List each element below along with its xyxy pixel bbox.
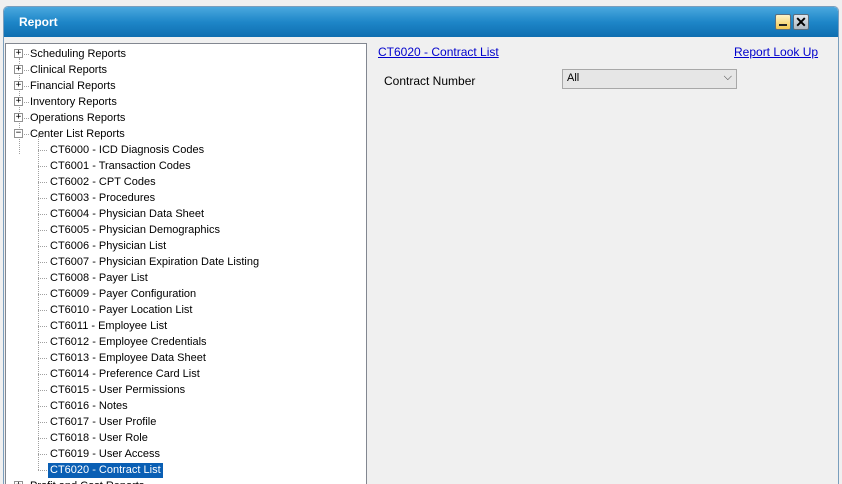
tree-connector xyxy=(38,422,47,423)
tree-connector xyxy=(38,310,47,311)
tree-item[interactable]: CT6004 - Physician Data Sheet xyxy=(48,207,206,222)
tree-category[interactable]: + Clinical Reports xyxy=(6,62,366,78)
tree-item[interactable]: CT6000 - ICD Diagnosis Codes xyxy=(48,143,206,158)
close-button[interactable]: ✕ xyxy=(793,14,809,30)
tree-connector xyxy=(38,454,47,455)
tree-item[interactable]: CT6007 - Physician Expiration Date Listi… xyxy=(48,255,261,270)
minus-box-icon[interactable]: − xyxy=(14,129,23,138)
tree-connector xyxy=(24,134,29,135)
tree-category-label: Inventory Reports xyxy=(30,96,117,108)
tree-connector xyxy=(38,166,47,167)
tree-item[interactable]: CT6008 - Payer List xyxy=(48,271,150,286)
tree-connector xyxy=(38,230,47,231)
tree-item[interactable]: CT6016 - Notes xyxy=(48,399,130,414)
tree-connector xyxy=(24,118,29,119)
close-icon: ✕ xyxy=(795,14,807,30)
tree-connector xyxy=(38,278,47,279)
tree-connector xyxy=(38,262,47,263)
contract-number-label: Contract Number xyxy=(384,74,476,88)
report-title-link[interactable]: CT6020 - Contract List xyxy=(378,45,499,59)
tree-item[interactable]: CT6002 - CPT Codes xyxy=(48,175,158,190)
tree-category-label: Financial Reports xyxy=(30,80,116,92)
report-window: Report ✕ + Scheduling Reports + Clinical Re… xyxy=(3,6,839,484)
plus-box-icon[interactable]: + xyxy=(14,81,23,90)
tree-category[interactable]: + Scheduling Reports xyxy=(6,46,366,62)
tree-item[interactable]: CT6011 - Employee List xyxy=(48,319,169,334)
tree-connector xyxy=(38,136,39,470)
contract-number-value: All xyxy=(567,72,580,84)
tree-category-label: Center List Reports xyxy=(30,128,125,140)
tree-item[interactable]: CT6019 - User Access xyxy=(48,447,162,462)
tree-connector xyxy=(24,70,29,71)
tree-category[interactable]: + Inventory Reports xyxy=(6,94,366,110)
tree-item[interactable]: CT6012 - Employee Credentials xyxy=(48,335,209,350)
tree-item[interactable]: CT6005 - Physician Demographics xyxy=(48,223,222,238)
tree-connector xyxy=(24,86,29,87)
tree-connector xyxy=(38,358,47,359)
tree-category[interactable]: + Financial Reports xyxy=(6,78,366,94)
contract-number-select[interactable]: All ⌵ xyxy=(562,69,737,89)
tree-item[interactable]: CT6018 - User Role xyxy=(48,431,150,446)
tree-category[interactable]: + Operations Reports xyxy=(6,110,366,126)
tree-connector xyxy=(38,198,47,199)
tree-category[interactable]: +Profit and Cost Reports xyxy=(6,478,366,484)
report-parameters-panel: CT6020 - Contract List Report Look Up Co… xyxy=(370,43,838,484)
tree-connector xyxy=(38,214,47,215)
tree-item[interactable]: CT6001 - Transaction Codes xyxy=(48,159,193,174)
tree-connector xyxy=(38,150,47,151)
plus-box-icon[interactable]: + xyxy=(14,49,23,58)
tree-connector xyxy=(38,438,47,439)
tree-category-label: Operations Reports xyxy=(30,112,126,124)
chevron-down-icon: ⌵ xyxy=(723,71,732,83)
tree-item[interactable]: CT6013 - Employee Data Sheet xyxy=(48,351,208,366)
tree-connector xyxy=(38,390,47,391)
tree-category[interactable]: − Center List Reports xyxy=(6,126,366,142)
plus-box-icon[interactable]: + xyxy=(14,97,23,106)
tree-connector xyxy=(24,102,29,103)
plus-box-icon[interactable]: + xyxy=(14,65,23,74)
tree-item[interactable]: CT6010 - Payer Location List xyxy=(48,303,194,318)
tree-item[interactable]: CT6017 - User Profile xyxy=(48,415,158,430)
tree-connector xyxy=(38,182,47,183)
report-tree[interactable]: + Scheduling Reports + Clinical Reports + Fin… xyxy=(5,43,367,484)
tree-connector xyxy=(38,406,47,407)
tree-connector xyxy=(38,294,47,295)
tree-item[interactable]: CT6014 - Preference Card List xyxy=(48,367,202,382)
minimize-icon xyxy=(779,24,787,26)
tree-category-label: Profit and Cost Reports xyxy=(30,478,144,484)
minimize-button[interactable] xyxy=(775,14,791,30)
tree-connector xyxy=(38,326,47,327)
tree-item[interactable]: CT6015 - User Permissions xyxy=(48,383,187,398)
tree-item[interactable]: CT6006 - Physician List xyxy=(48,239,168,254)
tree-connector xyxy=(24,54,29,55)
tree-category-label: Clinical Reports xyxy=(30,64,108,76)
report-lookup-link[interactable]: Report Look Up xyxy=(734,45,818,59)
window-title: Report xyxy=(19,15,58,29)
tree-connector xyxy=(38,470,47,471)
tree-connector xyxy=(38,342,47,343)
tree-item[interactable]: CT6003 - Procedures xyxy=(48,191,157,206)
plus-box-icon[interactable]: + xyxy=(14,113,23,122)
title-bar: Report ✕ xyxy=(4,7,838,37)
tree-item[interactable]: CT6009 - Payer Configuration xyxy=(48,287,198,302)
tree-connector xyxy=(38,246,47,247)
tree-connector xyxy=(38,374,47,375)
tree-item-selected[interactable]: CT6020 - Contract List xyxy=(48,463,163,478)
tree-category-label: Scheduling Reports xyxy=(30,48,127,60)
